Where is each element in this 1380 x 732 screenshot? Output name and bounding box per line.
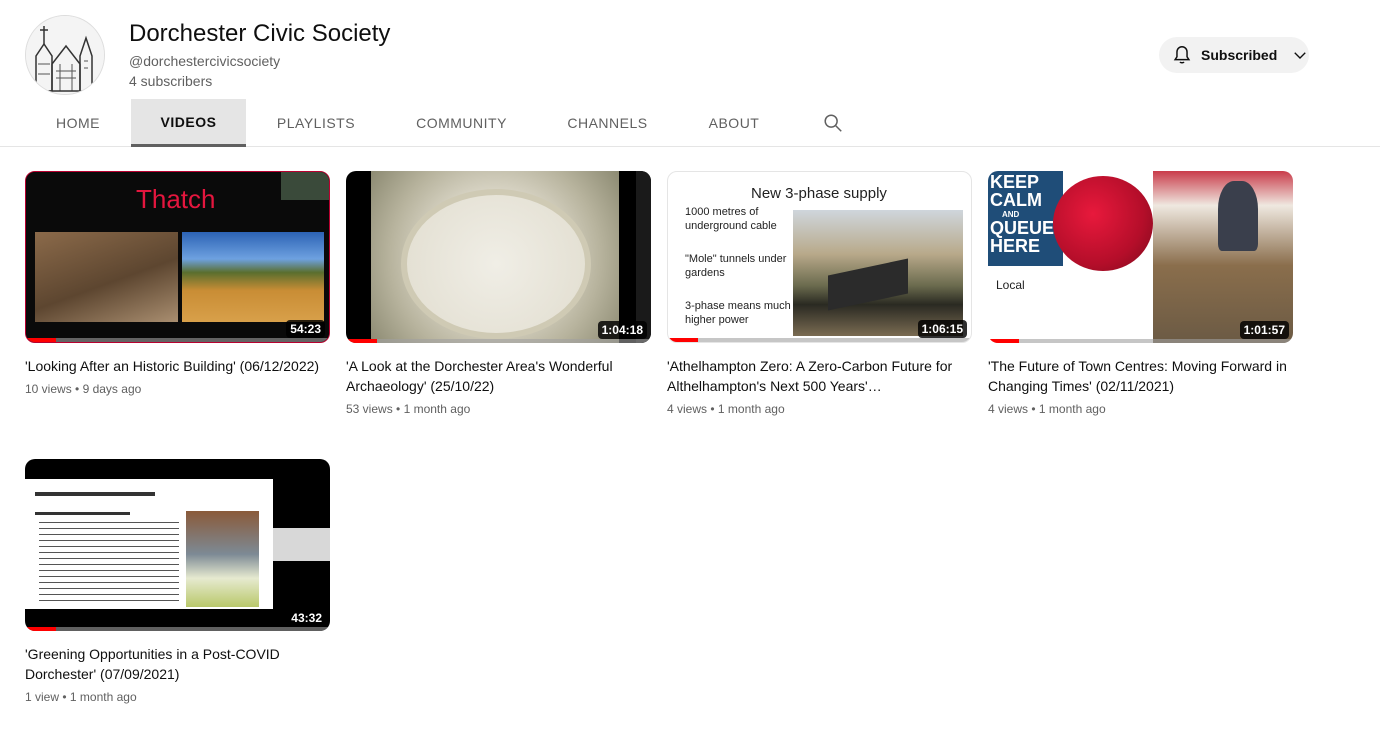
video-title[interactable]: 'Greening Opportunities in a Post-COVID … [25,644,330,684]
tab-channels[interactable]: CHANNELS [537,99,678,147]
video-meta: 1 view • 1 month ago [25,690,137,704]
subscribed-label: Subscribed [1201,47,1278,63]
tab-about[interactable]: ABOUT [678,99,790,147]
video-card: Thatch 54:23 'Looking After an Historic … [25,171,330,396]
thumbnail-line: KEEP [990,172,1040,192]
thumbnail-caption: Thatch [136,184,216,214]
tab-home[interactable]: HOME [25,99,131,147]
video-duration: 43:32 [287,609,326,627]
search-icon[interactable] [822,112,844,134]
video-card: 1:04:18 'A Look at the Dorchester Area's… [346,171,651,416]
video-card: 43:32 'Greening Opportunities in a Post-… [25,459,330,704]
video-meta: 53 views • 1 month ago [346,402,471,416]
video-thumbnail[interactable]: KEEP CALM AND QUEUE HERE Local 1:01:57 [988,171,1293,343]
channel-avatar[interactable] [25,15,105,95]
thumbnail-line: QUEUE [990,218,1055,238]
video-thumbnail[interactable]: Thatch 54:23 [25,171,330,343]
video-thumbnail[interactable]: 1:04:18 [346,171,651,343]
video-thumbnail[interactable]: New 3-phase supply 1000 metres of underg… [667,171,972,343]
video-meta: 4 views • 1 month ago [667,402,785,416]
channel-header: Dorchester Civic Society @dorchestercivi… [0,0,1380,147]
watch-progress [988,339,1019,343]
subscriber-count: 4 subscribers [129,73,213,89]
thumbnail-heading: New 3-phase supply [751,185,887,202]
watch-progress [25,627,56,631]
thumbnail-local: Local [996,278,1025,292]
channel-tabs: HOME VIDEOS PLAYLISTS COMMUNITY CHANNELS… [25,99,790,147]
church-sketch-icon [26,16,104,94]
bell-icon [1171,44,1193,66]
channel-handle: @dorchestercivicsociety [129,53,281,69]
tab-playlists[interactable]: PLAYLISTS [246,99,386,147]
video-card: New 3-phase supply 1000 metres of underg… [667,171,972,416]
video-title[interactable]: 'Athelhampton Zero: A Zero-Carbon Future… [667,356,972,396]
video-thumbnail[interactable]: 43:32 [25,459,330,631]
video-title[interactable]: 'Looking After an Historic Building' (06… [25,356,330,376]
video-duration: 1:04:18 [597,321,647,339]
channel-name: Dorchester Civic Society [129,20,391,47]
watch-progress [668,338,699,342]
thumbnail-bullet: 3-phase means much higher power [685,300,791,326]
video-title[interactable]: 'A Look at the Dorchester Area's Wonderf… [346,356,651,396]
tab-community[interactable]: COMMUNITY [386,99,537,147]
video-meta: 4 views • 1 month ago [988,402,1106,416]
video-meta: 10 views • 9 days ago [25,382,142,396]
chevron-down-icon [1291,46,1309,64]
tab-videos[interactable]: VIDEOS [131,99,246,147]
thumbnail-line: CALM [990,190,1042,210]
thumbnail-line: HERE [990,236,1041,256]
video-duration: 54:23 [286,320,325,338]
watch-progress [346,339,377,343]
watch-progress [26,338,57,342]
video-duration: 1:01:57 [1239,321,1289,339]
video-title[interactable]: 'The Future of Town Centres: Moving Forw… [988,356,1293,396]
video-duration: 1:06:15 [917,320,967,338]
video-card: KEEP CALM AND QUEUE HERE Local 1:01:57 '… [988,171,1293,416]
subscribed-button[interactable]: Subscribed [1159,37,1309,73]
thumbnail-bullet: "Mole" tunnels under gardens [685,253,787,279]
thumbnail-bullet: 1000 metres of underground cable [685,206,777,232]
